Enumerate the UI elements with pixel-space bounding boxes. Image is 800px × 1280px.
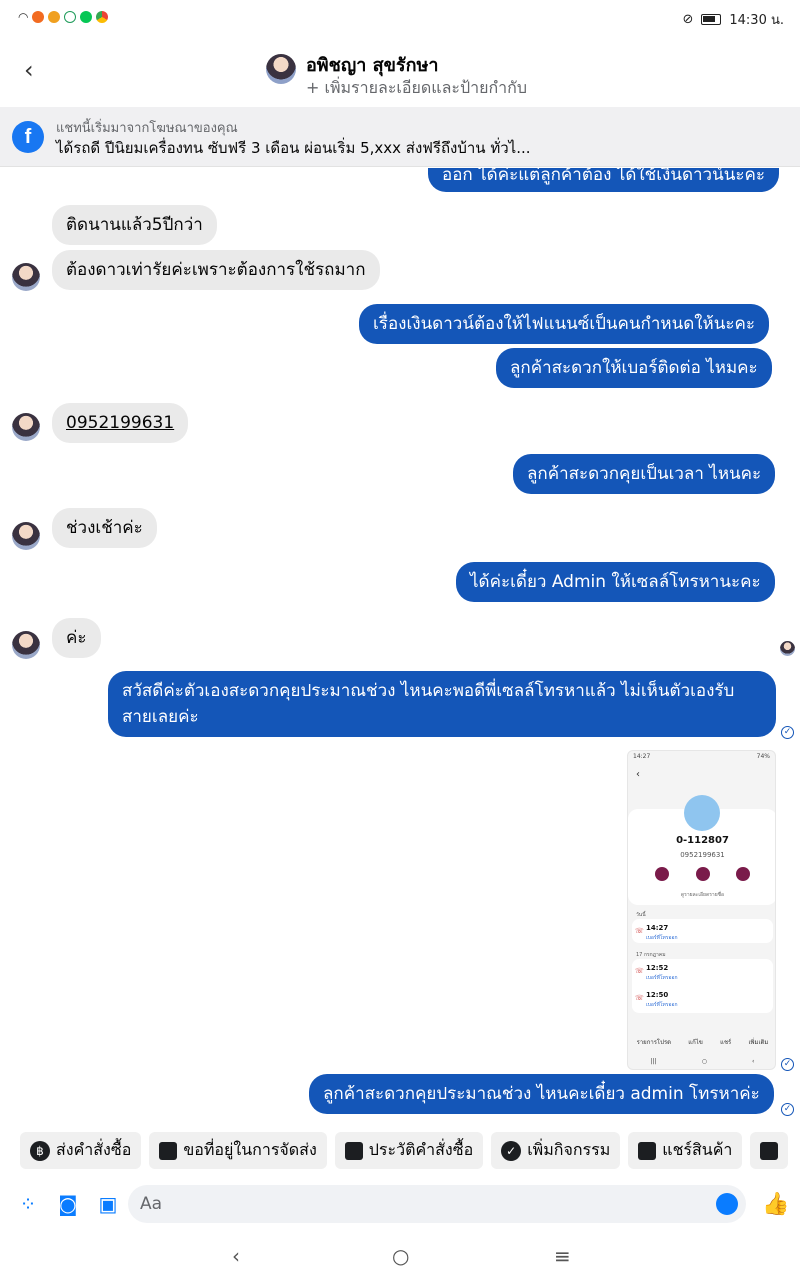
shot-call-note: เบอร์ที่โทรออก [646, 975, 678, 981]
shot-contact-name: 0-112807 [676, 835, 729, 846]
wifi-icon: ◠ [18, 10, 29, 24]
sent-check-icon: ✓ [781, 726, 794, 739]
phone-number-link[interactable]: 0952199631 [66, 413, 174, 433]
back-arrow-icon[interactable]: ‹ [24, 58, 48, 82]
mute-icon: ⊘ [682, 12, 694, 27]
message-outgoing[interactable]: ลูกค้าสะดวกคุยเป็นเวลา ไหนคะ [513, 454, 776, 494]
message-outgoing[interactable]: สวัสดีค่ะตัวเองสะดวกคุยประมาณช่วง ไหนคะพ… [108, 671, 776, 737]
message-incoming[interactable]: ต้องดาวเท่ารัยค่ะเพราะต้องการใช้รถมาก [52, 250, 380, 290]
video-icon [736, 867, 751, 881]
message-incoming[interactable]: ช่วงเช้าค่ะ [52, 508, 157, 548]
check-circle-icon: ✓ [501, 1140, 522, 1161]
shot-call-note: เบอร์ที่โทรออก [646, 1002, 678, 1008]
message-incoming[interactable]: ติดนานแล้ว5ปีกว่า [52, 205, 217, 245]
camera-icon[interactable]: ◙ [56, 1192, 80, 1216]
sent-check-icon: ✓ [781, 1103, 794, 1116]
shot-action-icons [628, 867, 775, 881]
status-bar: ◠ ⊘ 14:30 น. [0, 0, 800, 36]
message-outgoing[interactable]: ได้ค่ะเดี๋ยว Admin ให้เซลล์โทรหานะคะ [456, 562, 775, 602]
shot-call-time: 12:52 [646, 964, 669, 972]
ad-origin-banner[interactable]: f แชทนี้เริ่มมาจากโฆษณาของคุณ ได้รถดี ปี… [0, 107, 800, 167]
contact-avatar[interactable] [266, 54, 296, 84]
message-placeholder: Aa [140, 1194, 163, 1214]
shot-back-icon: ‹ [636, 769, 640, 780]
emoji-icon[interactable] [716, 1193, 738, 1215]
contact-name[interactable]: อพิชญา สุขรักษา [306, 50, 438, 79]
nav-recents-icon[interactable]: ≡ [554, 1244, 571, 1268]
order-history-button[interactable]: ประวัติคำสั่งซื้อ [334, 1132, 484, 1169]
missed-call-icon: ☏ [635, 967, 644, 975]
add-details-link[interactable]: + เพิ่มรายละเอียดและป้ายกำกับ [306, 76, 527, 101]
chrome-icon [96, 11, 109, 23]
message-composer: ⁘ ◙ ▣ Aa 👍 [0, 1182, 800, 1226]
banner-caption: แชทนี้เริ่มมาจากโฆษณาของคุณ [56, 121, 238, 136]
shot-today-label: วันนี้ [636, 912, 646, 918]
sender-avatar [12, 631, 40, 659]
nav-home-icon[interactable]: ○ [392, 1244, 409, 1268]
shot-bottom-actions: รายการโปรด แก้ไข แชร์ เพิ่มเติม [636, 1039, 769, 1046]
apps-grid-icon[interactable]: ⁘ [16, 1192, 40, 1216]
send-order-button[interactable]: ฿ ส่งคำสั่งซื้อ [20, 1132, 142, 1169]
shot-contact-avatar [684, 795, 720, 831]
app-notification-icon [32, 11, 45, 23]
status-icons-right: ⊘ 14:30 น. [682, 9, 784, 30]
request-address-button[interactable]: ขอที่อยู่ในการจัดส่ง [149, 1132, 327, 1169]
message-outgoing[interactable]: ลูกค้าสะดวกคุยประมาณช่วง ไหนคะเดี๋ยว adm… [309, 1074, 774, 1114]
shot-call-time: 12:50 [646, 991, 669, 999]
sender-avatar [12, 413, 40, 441]
shot-back-nav-icon: ‹ [752, 1058, 755, 1065]
line-icon [80, 11, 93, 23]
battery-icon [701, 14, 722, 25]
clock: 14:30 น. [729, 13, 784, 28]
missed-call-icon: ☏ [635, 927, 644, 935]
call-icon [654, 867, 669, 881]
app-notification-icon [64, 11, 77, 23]
shot-date-label: 17 กรกฎาคม [636, 952, 666, 958]
messenger-screen: ◠ ⊘ 14:30 น. ‹ อพิชญา สุขรักษา + เพิ่มรา… [0, 0, 800, 1280]
shot-call-note: เบอร์ที่โทรออก [646, 935, 678, 941]
add-activity-button[interactable]: ✓ เพิ่มกิจกรรม [491, 1132, 621, 1169]
message-icon [695, 867, 710, 881]
quick-replies-bar: ฿ ส่งคำสั่งซื้อ ขอที่อยู่ในการจัดส่ง ประ… [20, 1132, 789, 1169]
app-notification-icon [48, 11, 61, 23]
shot-statusbar: 14:27 74% [633, 753, 770, 760]
more-quick-reply-button[interactable] [750, 1132, 789, 1169]
sender-avatar [12, 522, 40, 550]
shot-nav-bar: ||| ○ ‹ [628, 1058, 775, 1065]
chat-header: ‹ อพิชญา สุขรักษา + เพิ่มรายละเอียดและป้… [0, 38, 800, 104]
message-input[interactable]: Aa [128, 1185, 746, 1223]
sent-check-icon: ✓ [781, 1058, 794, 1071]
baht-icon: ฿ [30, 1140, 50, 1161]
sender-avatar [12, 263, 40, 291]
shot-home-icon: ○ [701, 1058, 707, 1065]
image-attachment[interactable]: 14:27 74% ‹ 0-112807 0952199631 ดูรายละเ… [627, 750, 776, 1070]
system-nav-bar: ‹ ○ ≡ [0, 1236, 800, 1276]
missed-call-icon: ☏ [635, 994, 644, 1002]
gallery-icon[interactable]: ▣ [96, 1192, 120, 1216]
thumbs-up-icon[interactable]: 👍 [762, 1192, 789, 1217]
message-outgoing[interactable]: ลูกค้าสะดวกให้เบอร์ติดต่อ ไหมคะ [496, 348, 772, 388]
share-product-button[interactable]: แชร์สินค้า [628, 1132, 743, 1169]
seen-by-avatar [780, 641, 795, 656]
shot-recents-icon: ||| [650, 1058, 657, 1065]
shopping-bag-icon [638, 1141, 657, 1160]
status-icons-left: ◠ [18, 10, 109, 24]
banner-ad-text: ได้รถดี ปีนิยมเครื่องทน ซับฟรี 3 เดือน ผ… [56, 139, 531, 157]
map-icon [159, 1141, 178, 1160]
message-incoming-phone[interactable]: 0952199631 [52, 403, 189, 443]
shot-call-time: 14:27 [646, 924, 669, 932]
facebook-icon: f [12, 121, 44, 153]
nav-back-icon[interactable]: ‹ [232, 1244, 240, 1268]
shot-details-label: ดูรายละเอียดรายชื่อ [680, 892, 725, 898]
list-icon [344, 1141, 363, 1160]
message-incoming[interactable]: ค่ะ [52, 618, 101, 658]
message-outgoing[interactable]: เรื่องเงินดาวน์ต้องให้ไฟแนนซ์เป็นคนกำหนด… [359, 304, 770, 344]
shot-contact-phone: 0952199631 [680, 851, 725, 859]
chat-icon [760, 1141, 779, 1160]
